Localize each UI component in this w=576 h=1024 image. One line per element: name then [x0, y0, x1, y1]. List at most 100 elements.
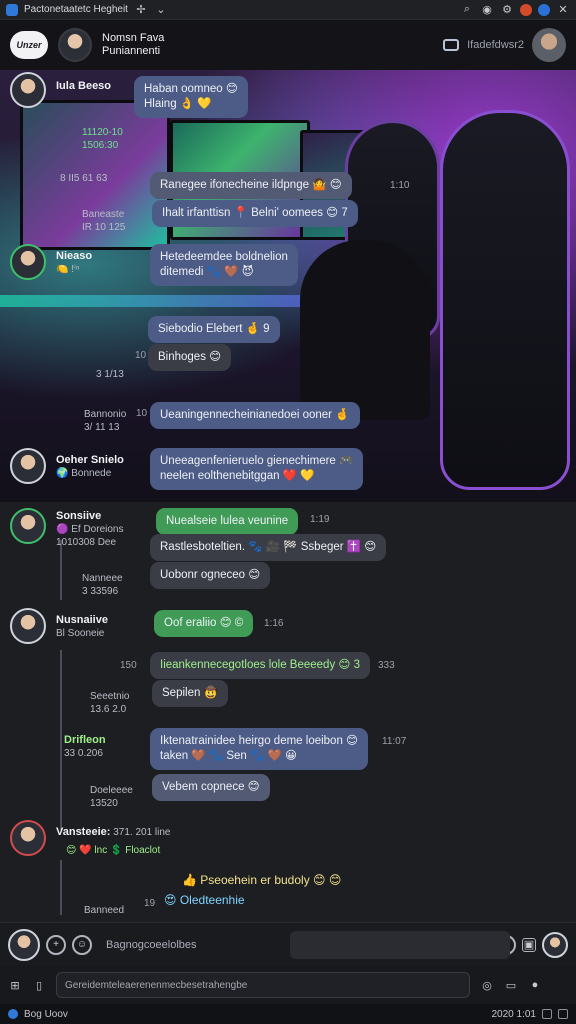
message-meta: Banneed	[84, 905, 125, 916]
avatar[interactable]	[10, 608, 46, 644]
thread-line	[60, 540, 62, 600]
avatar[interactable]	[10, 508, 46, 544]
message-text: Uneeagenfenieruelo gienechimere 🎮	[160, 455, 354, 467]
plus-icon[interactable]: +	[46, 934, 66, 955]
sender-name[interactable]: Oeher Snielo 🌍 Bonnede	[56, 454, 124, 480]
settings-icon[interactable]: ⚙	[500, 3, 514, 17]
message-bubble[interactable]: Iieankennecegotloes lole Beeeedy 😊 3	[150, 652, 370, 679]
message-text: Oof eraliio 😊 ©	[164, 617, 244, 629]
message-bubble[interactable]: Uneeagenfenieruelo gienechimere 🎮 neelen…	[150, 448, 364, 490]
avatar[interactable]	[542, 931, 568, 958]
record-icon[interactable]	[520, 3, 532, 16]
sender-name[interactable]: Vansteeie: 371. 201 line	[56, 826, 170, 839]
header-status: Ifadefdwsr2	[467, 39, 524, 51]
message-text: Binhoges 😊	[158, 351, 222, 363]
doc-icon[interactable]: ▯	[32, 978, 46, 992]
message-bubble[interactable]: Ueaningennecheinianedoei ooner 🤞	[150, 402, 360, 429]
sender-name[interactable]: Sonsiive 🟣 Ef Doreions 1010308 Dee	[56, 510, 123, 549]
avatar[interactable]	[10, 820, 46, 856]
message-meta: Seeetnio 13.6 2.0	[90, 691, 130, 715]
message-meta: Doeleeee 13520	[90, 785, 133, 809]
thread-line	[60, 650, 62, 830]
emoji-icon[interactable]: ☺	[72, 934, 92, 955]
sender-name[interactable]: Nusnaiive Bl Sooneie	[56, 614, 108, 640]
bg-person	[300, 240, 430, 420]
brand-logo[interactable]: Unzer	[10, 31, 48, 59]
chat-header: Unzer Nomsn Fava Puniannenti Ifadefdwsr2	[0, 20, 576, 70]
my-avatar[interactable]	[532, 28, 566, 62]
message-text: Haban oomneo 😊	[144, 83, 238, 95]
message-text: Rastlesboteltien. 🐾 🎥 🏁 Ssbeger ✝️ 😊	[160, 541, 377, 553]
avatar[interactable]	[10, 448, 46, 484]
message-text: Iieankennecegotloes lole Beeeedy 😊 3	[160, 659, 360, 671]
message-text: Iktenatrainidee heirgo deme loeibon 😊	[160, 735, 359, 747]
github-icon[interactable]: ◉	[480, 3, 494, 17]
message-bubble[interactable]: Sepilen 🤠	[152, 680, 228, 707]
message-bubble[interactable]: Iktenatrainidee heirgo deme loeibon 😊 ta…	[150, 728, 369, 770]
screen-icon[interactable]: ▭	[504, 978, 518, 992]
message-bubble[interactable]: Hetedeemdee boldnelion ditemedi 🐾 🤎 😈	[150, 244, 298, 286]
message-text: Vebem copnece 😊	[162, 781, 260, 793]
bg-chair-right	[440, 110, 570, 490]
timestamp: 11:07	[382, 736, 407, 747]
timestamp: 10	[136, 408, 148, 419]
mic-icon[interactable]: ●	[528, 978, 542, 992]
message-text: Ihalt irfanttisn 📍 Belni' oomees 😊 7	[162, 207, 348, 219]
close-icon[interactable]: ✕	[556, 3, 570, 17]
avatar[interactable]	[8, 928, 40, 961]
message-bubble[interactable]: Binhoges 😊	[148, 344, 232, 371]
message-bubble[interactable]: Vebem copnece 😊	[152, 774, 270, 801]
message-bubble[interactable]: Rastlesboteltien. 🐾 🎥 🏁 Ssbeger ✝️ 😊	[150, 534, 387, 561]
contact-avatar[interactable]	[58, 28, 92, 62]
avatar[interactable]	[10, 244, 46, 280]
message-text: Ueaningennecheinianedoei ooner 🤞	[160, 409, 350, 421]
sticker-icon[interactable]: ▣	[522, 937, 536, 952]
window-icon[interactable]	[542, 1009, 552, 1019]
message-bubble[interactable]: Siebodio Elebert 🤞 9	[148, 316, 280, 343]
status-right: 2020 1:01	[491, 1008, 537, 1020]
message-text: Sepilen 🤠	[162, 687, 218, 699]
composer-toolbar: + ☺ Bagnogcoeelolbes ◔ ▣	[0, 922, 576, 966]
browser-icon[interactable]	[538, 3, 550, 16]
timestamp: 150	[120, 660, 137, 671]
message-text: taken 🤎 🐾 Sen 🐾 🤎 😀	[160, 750, 298, 762]
sender-name[interactable]: Drifleon 33 0.206	[64, 734, 106, 760]
sender-name[interactable]: Iula Beeso	[56, 80, 111, 93]
message-bubble[interactable]: Oof eraliio 😊 ©	[154, 610, 254, 637]
window-titlebar: Pactonetaatetc Hegheit ✢ ⌄ ⌕ ◉ ⚙ ✕	[0, 0, 576, 20]
message-text: 😍 Oledteenhie	[164, 893, 245, 907]
composer-field[interactable]	[290, 931, 510, 959]
thread-line	[60, 860, 62, 915]
message-bubble[interactable]: Haban oomneo 😊 Hlaing 👌 💛	[134, 76, 248, 118]
message-bubble[interactable]: Nuealseie lulea veunine	[156, 508, 299, 535]
message-text: Hetedeemdee boldnelion	[160, 251, 288, 263]
gif-icon[interactable]: ◎	[480, 978, 494, 992]
message-text: Uobonr ogneceo 😊	[160, 569, 261, 581]
window-icon[interactable]	[558, 1009, 568, 1019]
contact-name-line2: Puniannenti	[102, 45, 161, 57]
message-meta: Bannonio 3/ 11 13	[84, 409, 127, 433]
search-icon[interactable]: ⌕	[460, 3, 474, 17]
message-bubble[interactable]: Uobonr ogneceo 😊	[150, 562, 271, 589]
contact-name-line1: Nomsn Fava	[102, 32, 165, 44]
timestamp: 333	[378, 660, 395, 671]
chevron-down-icon[interactable]: ⌄	[154, 3, 168, 17]
message-bubble[interactable]: Ihalt irfanttisn 📍 Belni' oomees 😊 7	[152, 200, 358, 227]
contact-name[interactable]: Nomsn Fava Puniannenti	[102, 32, 164, 58]
message-composer: ⊞ ▯ Gereidemteleaerenenmecbesetrahengbe …	[0, 966, 576, 1004]
message-input[interactable]: Gereidemteleaerenenmecbesetrahengbe	[56, 972, 470, 998]
attach-icon[interactable]: ⊞	[8, 978, 22, 992]
message-bubble[interactable]: Ranegee ifonecheine ildpnge 🤷 😊	[150, 172, 352, 199]
message-text: 👍 Pseoehein er budoly 😊 😊	[182, 873, 342, 887]
sender-name[interactable]: Nieaso 🍋 !ⁱⁿ	[56, 250, 92, 276]
message-text: Nuealseie lulea veunine	[166, 515, 289, 527]
timestamp: 1:19	[310, 514, 330, 525]
avatar[interactable]	[10, 72, 46, 108]
status-icon	[8, 1009, 18, 1019]
pin-icon[interactable]: ✢	[134, 3, 148, 17]
status-left: Bog Uoov	[24, 1008, 68, 1020]
message-text: Ranegee ifonecheine ildpnge 🤷 😊	[160, 179, 342, 191]
window-title: Pactonetaatetc Hegheit	[24, 4, 128, 15]
status-bar: Bog Uoov 2020 1:01	[0, 1004, 576, 1024]
camera-icon[interactable]	[443, 39, 460, 51]
